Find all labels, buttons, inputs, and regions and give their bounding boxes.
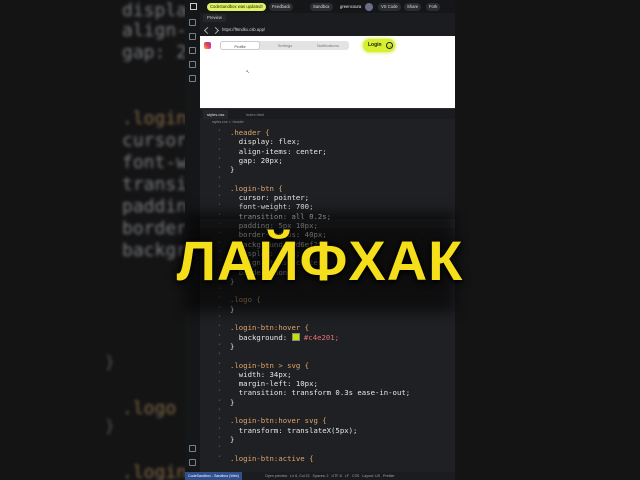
top-bar: CodeSandbox was updated! Feedback Sandbo… [185,0,455,13]
gutter-marker: • [218,379,222,386]
status-info: Open preview Ln 6, Col 23 Spaces: 2 UTF-… [265,474,395,478]
status-bar: CodeSandbox - Sandbox (Web) Open preview… [185,472,455,480]
url-input[interactable]: https://f9mdkx.csb.app/ [222,26,265,34]
files-icon[interactable] [189,19,196,26]
code-line: .login-btn { [230,183,283,193]
gutter-marker: • [218,416,222,423]
gutter-marker: • [218,137,222,144]
status-branch[interactable]: CodeSandbox - Sandbox (Web) [185,472,242,480]
login-label: Login [368,42,382,48]
overlay-caption: ЛАЙФХАК [176,229,464,292]
code-line: margin-left: 10px; [230,379,318,389]
gutter-marker: • [218,165,222,172]
code-line: font-weight: 700; [230,202,314,212]
extensions-icon[interactable] [189,61,196,68]
code-line: .login-btn:hover svg { [230,416,327,426]
update-badge[interactable]: CodeSandbox was updated! [207,3,266,11]
gutter-marker: • [218,146,222,153]
bg-brace: } [105,416,115,435]
gutter-marker: • [218,174,222,181]
user-name: greencoura [340,4,362,9]
vscode-button[interactable]: VS Code [378,3,401,11]
code-line: } [230,165,235,175]
instagram-logo-icon [204,42,211,49]
code-line: } [230,341,235,351]
tab-preview[interactable]: Preview [203,14,226,22]
nav-tab-settings[interactable]: Settings [265,41,305,50]
code-line: background: #c4e201; [230,332,340,342]
mouse-cursor-icon: ↖ [246,68,250,75]
code-line: .login-btn:hover { [230,323,310,333]
code-line: transition: transform 0.3s ease-in-out; [230,388,411,398]
url-bar: https://f9mdkx.csb.app/ [200,23,455,36]
code-line: transform: translateX(5px); [230,425,358,435]
login-button[interactable]: Login → [363,39,395,52]
gutter-marker: • [218,434,222,441]
code-line: .login-btn > svg { [230,360,310,370]
gutter-marker: • [218,453,222,460]
gutter-marker: • [218,360,222,367]
code-line: .header { [230,128,270,137]
tab-styles-css[interactable]: styles.css [203,110,229,119]
gutter-marker: • [218,388,222,395]
code-line: } [230,434,235,444]
gutter-marker: • [218,183,222,190]
nav-tab-notifications[interactable]: Notifications [308,41,348,50]
editor-tab-bar: styles.css index.html [200,108,455,119]
arrow-right-icon: → [386,42,393,49]
feedback-button[interactable]: Feedback [269,3,294,11]
preview-pane: Profile Settings Notifications Login → ↖ [200,36,455,108]
back-icon[interactable] [203,26,212,35]
color-swatch[interactable] [291,332,300,341]
gutter-marker: • [218,369,222,376]
gutter-marker: • [218,341,222,348]
gutter-marker: • [218,407,222,413]
source-control-icon[interactable] [189,47,196,54]
nav-tabs: Profile Settings Notifications [220,41,349,50]
gutter-marker: • [218,323,222,330]
sandbox-button[interactable]: Sandbox [310,3,333,11]
code-line: gap: 20px; [230,155,283,165]
gutter-marker: • [218,351,222,358]
gutter-marker: • [218,202,222,209]
gutter-marker: • [218,155,222,162]
code-line: display: flex; [230,137,301,147]
share-button[interactable]: Share [404,3,422,11]
gutter-marker: • [218,193,222,200]
breadcrumb: styles.css > .header [200,119,455,126]
code-line: width: 34px; [230,369,292,379]
fork-button[interactable]: Fork [426,3,441,11]
code-line: cursor: pointer; [230,193,310,203]
gutter-marker: • [218,128,222,134]
nav-tab-profile[interactable]: Profile [220,41,260,50]
gutter-marker: • [218,397,222,404]
settings-icon[interactable] [189,445,196,452]
bg-brace: } [105,352,115,371]
gutter-marker: • [218,444,222,451]
github-icon[interactable] [189,75,196,82]
preview-tab-bar: Preview [200,13,455,23]
forward-icon[interactable] [211,26,220,35]
code-line: align-items: center; [230,146,327,156]
gutter-marker: • [218,425,222,432]
account-icon[interactable] [189,459,196,466]
tab-index-html[interactable]: index.html [242,110,268,119]
search-icon[interactable] [189,33,196,40]
gutter-marker: • [218,314,222,320]
codesandbox-logo-icon[interactable] [190,3,197,10]
code-line: .login-btn:active { [230,453,314,463]
code-line: } [230,397,235,407]
gutter-marker: • [218,332,222,339]
avatar[interactable] [365,3,373,11]
